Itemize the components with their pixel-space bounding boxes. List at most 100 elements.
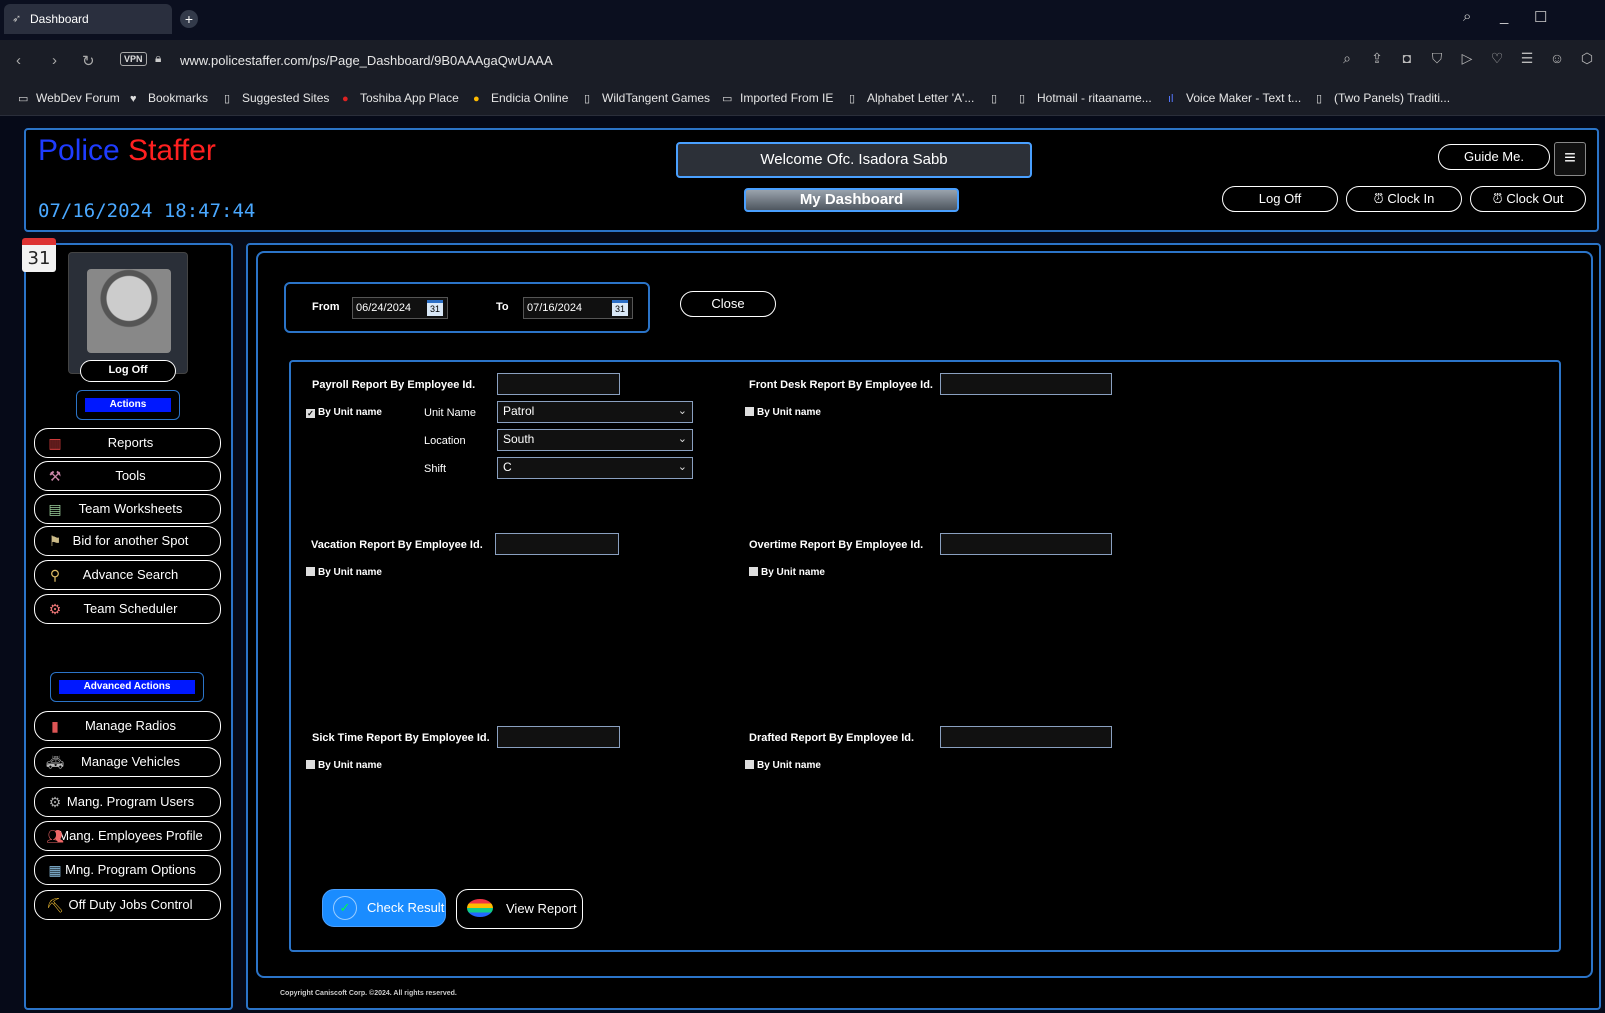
reports-panel <box>289 360 1561 952</box>
sidebar-item-reports[interactable]: ▥ Reports <box>34 428 221 458</box>
forward-icon[interactable]: › <box>52 52 57 69</box>
bookmark-item[interactable]: ▯ Hotmail - ritaaname... <box>1019 91 1152 105</box>
avatar-silhouette <box>87 269 171 353</box>
heart-icon[interactable]: ♡ <box>1489 50 1505 67</box>
unit-name-label: Unit Name <box>424 407 476 419</box>
bookmark-item[interactable]: ♥ Bookmarks <box>130 91 208 105</box>
extensions-icon[interactable]: ⬡ <box>1579 50 1595 67</box>
report-chart-icon <box>467 899 493 917</box>
payroll-employee-id-input[interactable] <box>497 373 620 395</box>
guide-me-button[interactable]: Guide Me. <box>1438 144 1550 170</box>
shield-icon[interactable]: ⛉ <box>1429 50 1445 67</box>
payroll-by-unit-checkbox[interactable]: ✓ By Unit name <box>306 407 382 418</box>
bookmark-item[interactable]: ▭ WebDev Forum <box>18 91 120 105</box>
overtime-by-unit-checkbox[interactable]: By Unit name <box>749 567 825 578</box>
sick-time-by-unit-checkbox[interactable]: By Unit name <box>306 760 382 771</box>
shift-select[interactable]: C ⌄ <box>497 457 693 479</box>
bookmark-item[interactable]: ● Endicia Online <box>473 91 568 105</box>
front-desk-employee-id-input[interactable] <box>940 373 1112 395</box>
location-select[interactable]: South ⌄ <box>497 429 693 451</box>
clock-in-button[interactable]: ⏰︎ Clock In <box>1346 186 1462 212</box>
bookmark-item[interactable]: ▯ WildTangent Games <box>584 91 710 105</box>
page-icon: ▯ <box>991 93 998 105</box>
alarm-clock-icon: ⏰︎ <box>1373 191 1384 206</box>
page-icon: ▯ <box>1019 93 1026 105</box>
avatar <box>68 252 188 374</box>
check-icon: ✓ <box>333 896 357 920</box>
vacation-by-unit-checkbox[interactable]: By Unit name <box>306 567 382 578</box>
check-result-button[interactable]: ✓ Check Result <box>322 889 446 927</box>
options-icon: ▦ <box>48 862 62 878</box>
camera-icon[interactable]: ◘ <box>1399 50 1415 67</box>
maximize-icon[interactable]: ☐ <box>1534 8 1547 26</box>
calendar-icon[interactable]: 31 <box>427 300 443 316</box>
search-icon[interactable]: ⌕ <box>1463 8 1471 25</box>
share-icon[interactable]: ⇪ <box>1369 50 1385 67</box>
tab-favicon-icon: ➶ <box>12 13 22 25</box>
lock-icon[interactable]: 🔒︎ <box>155 51 161 66</box>
log-off-button[interactable]: Log Off <box>1222 186 1338 212</box>
calendar-icon[interactable]: 31 <box>612 300 628 316</box>
back-icon[interactable]: ‹ <box>16 52 21 69</box>
calendar-icon[interactable]: 31 <box>22 238 56 272</box>
app-logo: Police Staffer <box>38 134 216 167</box>
tools-icon: ⚒ <box>48 468 62 484</box>
sidebar-item-manage-radios[interactable]: ▮ Manage Radios <box>34 711 221 741</box>
vacation-employee-id-input[interactable] <box>495 533 619 555</box>
new-tab-button[interactable]: + <box>180 10 198 28</box>
sidebar-item-tools[interactable]: ⚒ Tools <box>34 461 221 491</box>
sidebar-item-program-options[interactable]: ▦ Mng. Program Options <box>34 855 221 885</box>
view-report-button[interactable]: View Report <box>456 889 583 929</box>
bookmark-item[interactable]: ▯ Suggested Sites <box>224 91 329 105</box>
unit-name-select[interactable]: Patrol ⌄ <box>497 401 693 423</box>
sidebar-item-program-users[interactable]: ⚙ Mang. Program Users <box>34 787 221 817</box>
checkbox-checked-icon: ✓ <box>306 409 315 418</box>
overtime-employee-id-input[interactable] <box>940 533 1112 555</box>
sidebar-item-bid[interactable]: ⚑ Bid for another Spot <box>34 526 221 556</box>
from-date-input[interactable]: 06/24/2024 31 <box>352 297 448 319</box>
from-label: From <box>312 301 340 313</box>
minimize-icon[interactable]: _ <box>1500 8 1508 25</box>
front-desk-by-unit-checkbox[interactable]: By Unit name <box>745 407 821 418</box>
bookmark-item[interactable]: ● Toshiba App Place <box>342 91 459 105</box>
sidebar-item-employees-profile[interactable]: 👥︎ Mang. Employees Profile <box>34 821 221 851</box>
sick-time-employee-id-input[interactable] <box>497 726 620 748</box>
sidebar-item-team-worksheets[interactable]: ▤ Team Worksheets <box>34 494 221 524</box>
drafted-by-unit-checkbox[interactable]: By Unit name <box>745 760 821 771</box>
hamburger-menu-icon[interactable]: ≡ <box>1554 142 1586 176</box>
drafted-employee-id-input[interactable] <box>940 726 1112 748</box>
folder-icon: ▭ <box>18 93 29 105</box>
browser-tab[interactable]: ➶ Dashboard <box>4 4 172 34</box>
sidebar-item-manage-vehicles[interactable]: 🚓︎ Manage Vehicles <box>34 747 221 777</box>
reload-icon[interactable]: ↻ <box>82 52 95 70</box>
current-datetime: 07/16/2024 18:47:44 <box>38 200 256 222</box>
actions-header: Actions <box>76 390 180 420</box>
address-bar-actions: ⌕ ⇪ ◘ ⛉ ▷ ♡ ☰ ☺ ⬡ <box>1339 50 1595 67</box>
sidebar-item-advance-search[interactable]: ⚲ Advance Search <box>34 560 221 590</box>
to-label: To <box>496 301 509 313</box>
welcome-banner: Welcome Ofc. Isadora Sabb <box>676 142 1032 178</box>
play-icon[interactable]: ▷ <box>1459 50 1475 67</box>
profile-icon[interactable]: ☺ <box>1549 50 1565 67</box>
sidebar-item-off-duty-jobs[interactable]: ⛏ Off Duty Jobs Control <box>34 890 221 920</box>
menu-lines-icon[interactable]: ☰ <box>1519 50 1535 67</box>
page-icon: ▯ <box>849 93 856 105</box>
url-field[interactable]: www.policestaffer.com/ps/Page_Dashboard/… <box>180 53 553 68</box>
bookmark-item[interactable]: ıl Voice Maker - Text t... <box>1168 91 1301 105</box>
my-dashboard-button[interactable]: My Dashboard <box>744 188 959 212</box>
bookmarks-bar: ▭ WebDev Forum ♥ Bookmarks ▯ Suggested Site… <box>0 82 1605 116</box>
bookmark-item[interactable]: ▯ <box>991 91 1009 105</box>
close-button[interactable]: Close <box>680 291 776 317</box>
vpn-badge[interactable]: VPN <box>120 52 147 66</box>
bookmark-item[interactable]: ▭ Imported From IE <box>722 91 833 105</box>
clock-out-button[interactable]: ⏰︎ Clock Out <box>1470 186 1586 212</box>
browser-titlebar: ➶ Dashboard + ⌕ _ ☐ <box>0 0 1605 40</box>
bookmark-item[interactable]: ▯ Alphabet Letter 'A'... <box>849 91 974 105</box>
to-date-input[interactable]: 07/16/2024 31 <box>523 297 633 319</box>
page-icon: ▯ <box>584 93 591 105</box>
sidebar-item-team-scheduler[interactable]: ⚙ Team Scheduler <box>34 594 221 624</box>
zoom-icon[interactable]: ⌕ <box>1339 50 1355 67</box>
sidebar-log-off-button[interactable]: Log Off <box>80 360 176 382</box>
bookmark-item[interactable]: ▯ (Two Panels) Traditi... <box>1316 91 1450 105</box>
chevron-down-icon: ⌄ <box>677 405 687 417</box>
